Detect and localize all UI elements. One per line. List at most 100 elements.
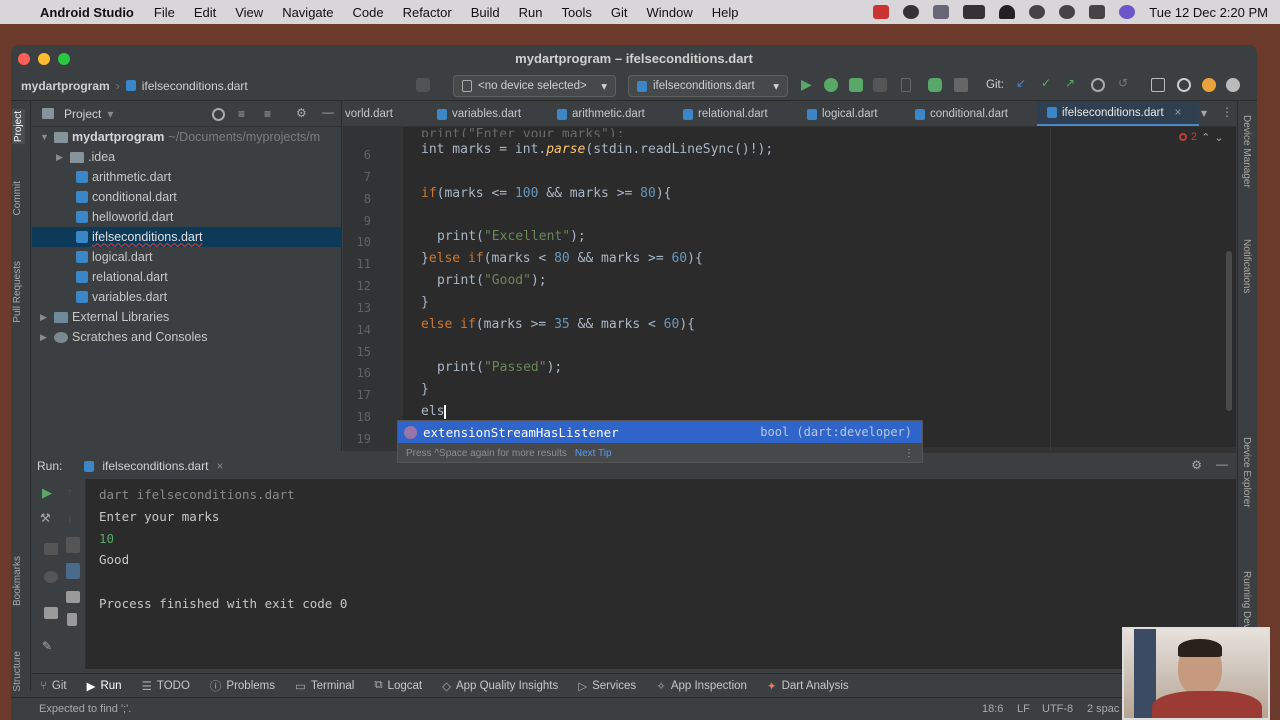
device-selector[interactable]: <no device selected> ▾: [453, 75, 616, 97]
gear-icon[interactable]: ⚙: [296, 106, 307, 120]
update-icon[interactable]: [1202, 78, 1216, 92]
hammer-icon[interactable]: [416, 78, 430, 92]
tree-root[interactable]: ▼ mydartprogram ~/Documents/myprojects/m: [32, 127, 342, 147]
battery-icon[interactable]: [963, 5, 986, 19]
tree-item-variables[interactable]: variables.dart: [32, 287, 342, 307]
menu-window[interactable]: Window: [646, 5, 692, 20]
chevron-down-icon[interactable]: ▼: [40, 132, 50, 142]
inspection-widget[interactable]: 2 ⌃ ⌄: [1179, 127, 1236, 147]
menubar-datetime[interactable]: Tue 12 Dec 2:20 PM: [1149, 5, 1268, 20]
pin-icon[interactable]: ✎: [42, 639, 52, 653]
menu-refactor[interactable]: Refactor: [403, 5, 452, 20]
spotlight-search-icon[interactable]: [1059, 5, 1076, 19]
next-tip-link[interactable]: Next Tip: [575, 448, 612, 459]
status-caret-position[interactable]: 18:6: [982, 703, 1003, 715]
bug-icon[interactable]: [928, 78, 942, 92]
code-line-6[interactable]: int marks = int.parse(stdin.readLineSync…: [421, 142, 773, 157]
breadcrumb-file[interactable]: ifelseconditions.dart: [142, 79, 248, 93]
collapse-all-icon[interactable]: ≡: [264, 107, 271, 121]
device-manager-tab[interactable]: Device Manager: [1241, 115, 1252, 188]
tree-item-conditional[interactable]: conditional.dart: [32, 187, 342, 207]
tool-tab-terminal[interactable]: ▭ Terminal: [295, 679, 354, 693]
project-toolwindow-tab[interactable]: Project: [12, 109, 25, 145]
device-explorer-tab[interactable]: Device Explorer: [1241, 437, 1252, 508]
tree-item-helloworld[interactable]: helloworld.dart: [32, 207, 342, 227]
git-commit-icon[interactable]: ✓: [1041, 76, 1055, 90]
device-icon[interactable]: [901, 78, 911, 92]
code-line-18[interactable]: els: [421, 404, 447, 419]
profile-icon[interactable]: [849, 78, 863, 92]
minimize-window-button[interactable]: [38, 53, 50, 65]
tree-item-external-libraries[interactable]: ▶ External Libraries: [32, 307, 342, 327]
tab-conditional[interactable]: conditional.dart: [905, 101, 1030, 126]
project-panel-title[interactable]: Project: [64, 107, 101, 121]
expand-all-icon[interactable]: ≡: [238, 107, 245, 121]
code-line-11[interactable]: }else if(marks < 80 && marks >= 60){: [421, 251, 703, 266]
rollback-icon[interactable]: ↺: [1118, 76, 1132, 90]
zoom-window-button[interactable]: [58, 53, 70, 65]
stop-icon[interactable]: [954, 78, 968, 92]
account-icon[interactable]: [1226, 78, 1240, 92]
chevron-down-icon[interactable]: ▾: [107, 107, 113, 121]
history-icon[interactable]: [1091, 78, 1105, 92]
menu-edit[interactable]: Edit: [194, 5, 216, 20]
chevron-right-icon[interactable]: ▶: [40, 312, 50, 323]
siri-icon[interactable]: [1119, 5, 1136, 19]
tool-tab-git[interactable]: ⑂ Git: [40, 680, 67, 692]
menu-file[interactable]: File: [154, 5, 175, 20]
apply-changes-icon[interactable]: [873, 78, 887, 92]
chevron-right-icon[interactable]: ▶: [56, 152, 66, 163]
tabs-overflow-icon[interactable]: ▾: [1201, 106, 1207, 120]
moon-icon[interactable]: [903, 5, 920, 19]
bookmarks-toolwindow-tab[interactable]: Bookmarks: [12, 556, 23, 606]
tree-item-relational[interactable]: relational.dart: [32, 267, 342, 287]
wrench-icon[interactable]: ⚒: [40, 511, 51, 525]
rerun-icon[interactable]: ▶: [42, 485, 52, 501]
tab-ifelseconditions[interactable]: ifelseconditions.dart ×: [1037, 101, 1199, 126]
status-message[interactable]: Expected to find ';'.: [39, 703, 131, 715]
menu-build[interactable]: Build: [471, 5, 500, 20]
menu-run[interactable]: Run: [519, 5, 543, 20]
commit-toolwindow-tab[interactable]: Commit: [12, 181, 23, 215]
search-icon[interactable]: [1177, 78, 1191, 92]
completion-item[interactable]: extensionStreamHasListener bool (dart:de…: [398, 421, 922, 443]
tool-tab-app-inspection[interactable]: ✧ App Inspection: [656, 679, 747, 693]
tool-tab-todo[interactable]: ☰ TODO: [142, 679, 190, 693]
run-tab[interactable]: ifelseconditions.dart: [102, 459, 208, 473]
tree-item-logical[interactable]: logical.dart: [32, 247, 342, 267]
tree-item-scratches[interactable]: ▶ Scratches and Consoles: [32, 327, 342, 347]
notifications-tab[interactable]: Notifications: [1241, 239, 1252, 293]
wifi-icon[interactable]: [999, 5, 1016, 19]
tool-tab-run[interactable]: ▶ Run: [87, 679, 122, 693]
code-line-8[interactable]: if(marks <= 100 && marks >= 80){: [421, 186, 671, 201]
menu-navigate[interactable]: Navigate: [282, 5, 333, 20]
close-tab-icon[interactable]: ×: [216, 459, 223, 473]
tab-variables[interactable]: variables.dart: [427, 101, 537, 126]
editor-scrollbar[interactable]: [1226, 251, 1232, 411]
tree-item-arithmetic[interactable]: arithmetic.dart: [32, 167, 342, 187]
structure-toolwindow-tab[interactable]: Structure: [12, 651, 23, 692]
tab-arithmetic[interactable]: arithmetic.dart: [547, 101, 661, 126]
scroll-up-icon[interactable]: ↑: [67, 485, 73, 499]
scroll-down-icon[interactable]: ↓: [67, 511, 73, 525]
close-window-button[interactable]: [18, 53, 30, 65]
scroll-to-end-icon[interactable]: [66, 563, 80, 579]
console-input[interactable]: 10: [99, 531, 114, 546]
git-push-icon[interactable]: ↗: [1065, 76, 1079, 90]
trash-icon[interactable]: [67, 613, 77, 626]
tool-tab-logcat[interactable]: ⧉ Logcat: [374, 679, 422, 692]
stop-icon[interactable]: [44, 543, 58, 555]
hide-icon[interactable]: —: [322, 105, 334, 119]
chevron-right-icon[interactable]: ▶: [40, 332, 50, 343]
menu-view[interactable]: View: [235, 5, 263, 20]
code-line-10[interactable]: print("Excellent");: [437, 229, 586, 244]
recording-icon[interactable]: [873, 5, 890, 19]
code-line-13[interactable]: }: [421, 295, 429, 310]
tab-relational[interactable]: relational.dart: [673, 101, 785, 126]
breadcrumb-project[interactable]: mydartprogram: [21, 79, 110, 93]
chevron-up-icon[interactable]: ⌃: [1201, 131, 1210, 144]
tree-item-ifelseconditions[interactable]: ifelseconditions.dart: [32, 227, 342, 247]
run-config-selector[interactable]: ifelseconditions.dart ▾: [628, 75, 788, 97]
chevron-down-icon[interactable]: ⌄: [1214, 131, 1223, 144]
autocomplete-popup[interactable]: extensionStreamHasListener bool (dart:de…: [397, 420, 923, 463]
